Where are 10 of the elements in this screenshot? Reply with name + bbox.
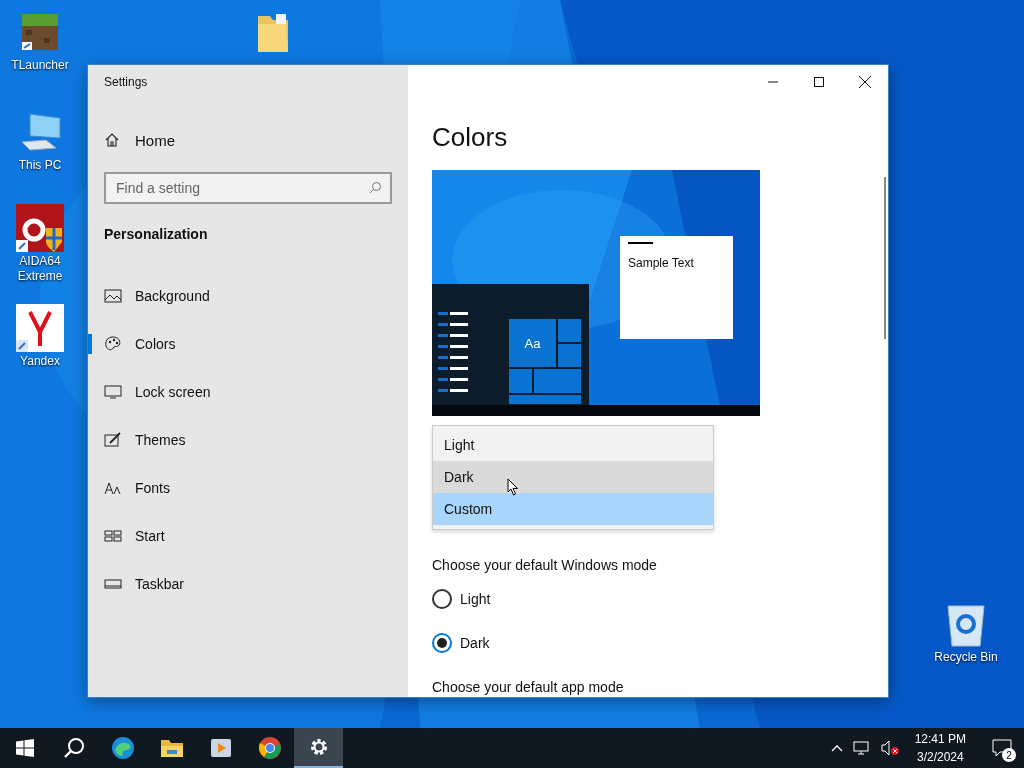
- windows-logo-icon: [15, 739, 34, 757]
- clock[interactable]: 12:41 PM 3/2/2024: [914, 730, 966, 766]
- message-icon: [992, 739, 1012, 757]
- search-icon: [62, 737, 85, 759]
- notifications-button[interactable]: 2: [980, 728, 1024, 768]
- network-icon[interactable]: [852, 740, 871, 756]
- chevron-up-icon[interactable]: [830, 744, 843, 752]
- notification-count: 2: [1002, 748, 1016, 762]
- speaker-muted-icon[interactable]: [880, 740, 901, 756]
- settings-gear-icon[interactable]: [294, 728, 343, 768]
